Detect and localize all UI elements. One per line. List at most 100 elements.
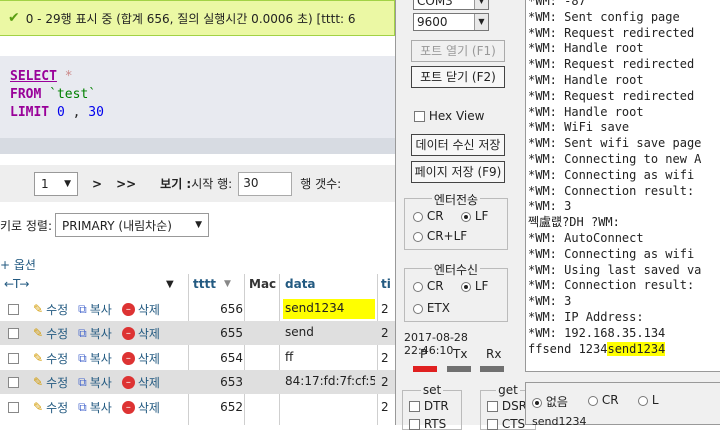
recv-lf-radio[interactable]: LF xyxy=(461,279,488,293)
edit-link[interactable]: 수정 xyxy=(46,399,68,416)
phpmyadmin-pane: ✔ 0 - 29행 표시 중 (합계 656, 질의 실행시간 0.0006 초… xyxy=(0,0,395,425)
cell-data: send xyxy=(285,325,314,339)
send-crlf-radio[interactable]: CR+LF xyxy=(413,229,467,243)
pencil-icon[interactable]: ✎ xyxy=(33,302,43,316)
copy-icon[interactable]: ⧉ xyxy=(78,375,87,390)
copy-icon[interactable]: ⧉ xyxy=(78,326,87,341)
copy-link[interactable]: 복사 xyxy=(90,374,112,391)
delete-link[interactable]: 삭제 xyxy=(138,301,160,318)
pencil-icon[interactable]: ✎ xyxy=(33,351,43,365)
page-select[interactable]: 1 ▼ xyxy=(34,171,78,196)
next-page-button[interactable]: > xyxy=(92,177,102,191)
line-end-lf-label: L xyxy=(651,393,659,407)
open-port-button[interactable]: 포트 열기 (F1) xyxy=(411,40,505,62)
row-checkbox[interactable] xyxy=(8,401,19,413)
edit-link[interactable]: 수정 xyxy=(46,350,68,367)
line-end-lf-radio[interactable]: L xyxy=(638,393,659,407)
cell-tttt: 656 xyxy=(220,302,243,316)
send-panel: 없음 CR L send1234 xyxy=(525,382,720,428)
copy-icon[interactable]: ⧉ xyxy=(78,400,87,415)
recv-etx-radio[interactable]: ETX xyxy=(413,301,450,315)
copy-link[interactable]: 복사 xyxy=(90,301,112,318)
column-tttt[interactable]: tttt xyxy=(193,277,216,291)
edit-link[interactable]: 수정 xyxy=(46,374,68,391)
dsr-label: DSR xyxy=(501,399,528,413)
send-crlf-label: CR+LF xyxy=(426,229,468,243)
delete-icon[interactable]: – xyxy=(121,400,135,414)
show-label: 보기 : xyxy=(160,177,192,191)
line-end-none-radio[interactable]: 없음 xyxy=(532,393,568,410)
last-page-button[interactable]: >> xyxy=(116,177,136,191)
cell-extra: 2 xyxy=(381,351,389,365)
send-cr-radio[interactable]: CR xyxy=(413,209,444,223)
sort-arrow-icon[interactable]: ▼ xyxy=(166,279,174,290)
line-end-none-label: 없음 xyxy=(545,395,568,409)
copy-icon[interactable]: ⧉ xyxy=(78,302,87,317)
edit-link[interactable]: 수정 xyxy=(46,301,68,318)
delete-link[interactable]: 삭제 xyxy=(138,374,160,391)
checkbox-box xyxy=(409,401,420,412)
sql-select-keyword[interactable]: SELECT xyxy=(10,69,57,84)
start-row-input[interactable]: 30 xyxy=(238,171,293,196)
line-end-cr-radio[interactable]: CR xyxy=(588,393,619,407)
rts-checkbox[interactable]: RTS xyxy=(409,417,446,431)
port-value: COM3 xyxy=(417,0,453,8)
edit-link[interactable]: 수정 xyxy=(46,325,68,342)
row-checkbox[interactable] xyxy=(8,352,19,364)
delete-icon[interactable]: – xyxy=(121,375,135,389)
copy-icon[interactable]: ⧉ xyxy=(78,351,87,366)
receive-console[interactable]: *WM: -87 *WM: Sent config page *WM: Reques… xyxy=(525,0,720,372)
copy-link[interactable]: 복사 xyxy=(90,325,112,342)
checkbox-box xyxy=(487,401,498,412)
close-port-button[interactable]: 포트 닫기 (F2) xyxy=(411,66,505,88)
radio-icon xyxy=(413,303,423,314)
cell-data: send1234 xyxy=(283,299,375,319)
sql-count: 30 xyxy=(88,105,104,120)
radio-icon xyxy=(588,395,598,406)
cell-tttt: 654 xyxy=(220,351,243,365)
table-row: ✎ 수정 ⧉ 복사 – 삭제 652 2 xyxy=(0,395,395,419)
row-checkbox[interactable] xyxy=(8,327,19,339)
dsr-checkbox[interactable]: DSR xyxy=(487,399,527,413)
radio-icon xyxy=(413,281,423,292)
column-extra[interactable]: ti xyxy=(381,277,391,291)
console-line: *WM: Connection result: xyxy=(528,278,695,293)
get-title-text: get xyxy=(496,383,520,397)
copy-link[interactable]: 복사 xyxy=(90,399,112,416)
dtr-checkbox[interactable]: DTR xyxy=(409,399,449,413)
enter-recv-title: 엔터수신 xyxy=(405,261,507,278)
console-line: *WM: Request redirected xyxy=(528,88,695,103)
pencil-icon[interactable]: ✎ xyxy=(33,326,43,340)
delete-icon[interactable]: – xyxy=(121,351,135,365)
baud-select[interactable]: 9600 ▼ xyxy=(413,13,489,31)
row-checkbox[interactable] xyxy=(8,303,19,315)
pencil-icon[interactable]: ✎ xyxy=(33,375,43,389)
radio-icon xyxy=(461,281,471,292)
column-data[interactable]: data xyxy=(285,277,316,291)
sort-key-select[interactable]: PRIMARY (내림차순) ▼ xyxy=(55,213,210,237)
send-input[interactable]: send1234 xyxy=(532,415,586,428)
delete-link[interactable]: 삭제 xyxy=(138,325,160,342)
delete-icon[interactable]: – xyxy=(121,326,135,340)
delete-link[interactable]: 삭제 xyxy=(138,399,160,416)
save-page-button[interactable]: 페이지 저장 (F9) xyxy=(411,161,505,183)
led-p-label: P xyxy=(420,347,428,361)
column-arrows-icon[interactable]: ←T→ xyxy=(4,277,29,291)
send-lf-radio[interactable]: LF xyxy=(461,209,488,223)
row-checkbox[interactable] xyxy=(8,376,19,388)
table-header: ←T→ ▼ tttt ▼ Mac data ti xyxy=(0,272,395,296)
options-link[interactable]: + 옵션 xyxy=(0,256,36,273)
port-select[interactable]: COM3 ▼ xyxy=(413,0,489,10)
sql-offset: 0 xyxy=(56,105,65,120)
copy-link[interactable]: 복사 xyxy=(90,350,112,367)
cts-label: CTS xyxy=(501,417,526,431)
column-mac[interactable]: Mac xyxy=(249,277,276,291)
hex-view-checkbox[interactable]: Hex View xyxy=(414,109,484,123)
pencil-icon[interactable]: ✎ xyxy=(33,400,43,414)
delete-link[interactable]: 삭제 xyxy=(138,350,160,367)
delete-icon[interactable]: – xyxy=(121,302,135,316)
sql-from-keyword: FROM xyxy=(10,87,42,102)
save-received-button[interactable]: 데이터 수신 저장 xyxy=(411,134,505,156)
cts-checkbox[interactable]: CTS xyxy=(487,417,525,431)
recv-cr-radio[interactable]: CR xyxy=(413,279,444,293)
